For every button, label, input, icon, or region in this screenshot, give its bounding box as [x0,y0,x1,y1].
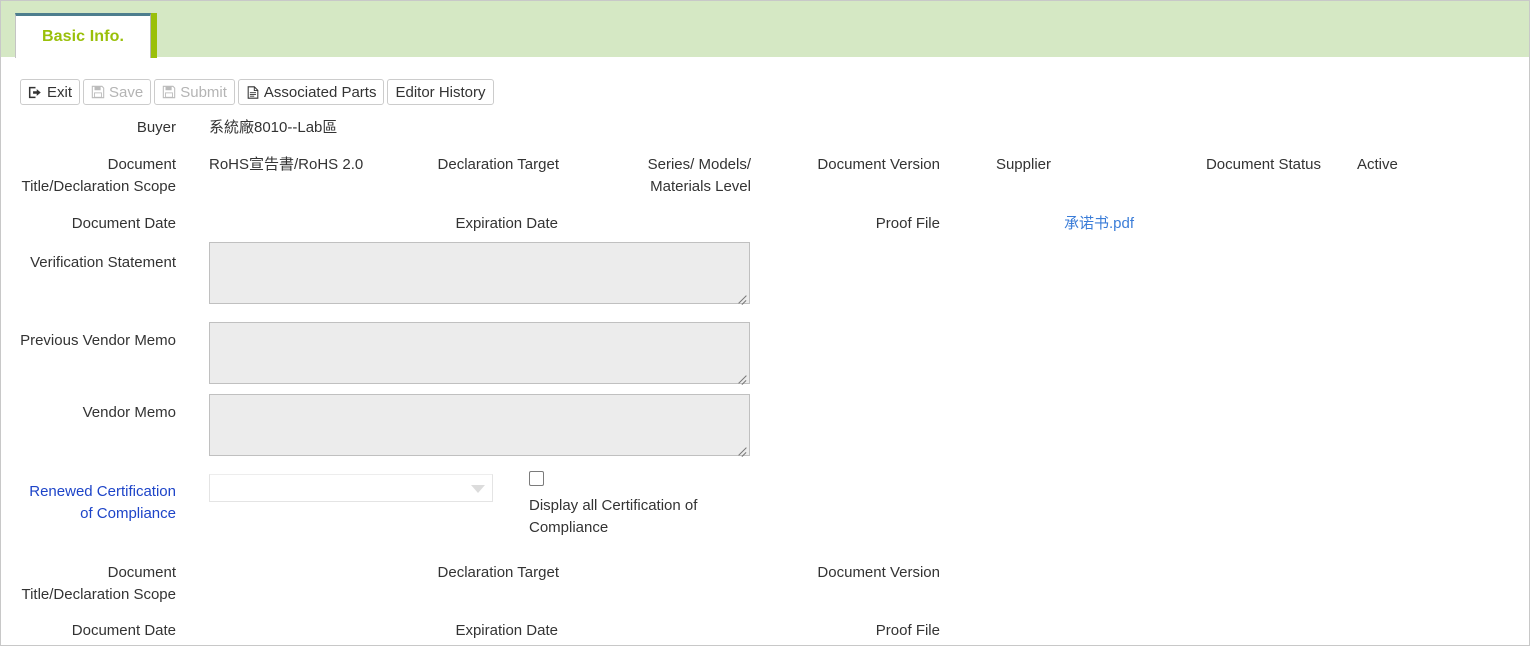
proof-file-link-wrapper: 承诺书.pdf [1064,213,1264,235]
document-icon [246,85,260,100]
editor-history-button-label: Editor History [395,83,486,101]
toolbar: Exit Save Submit Associated Parts Editor… [20,79,494,105]
document-title-label-2-line1: Document [107,564,176,581]
declaration-target-value: Series/ Models/ Materials Level [591,154,751,198]
expiration-date-label: Expiration Date [455,215,558,232]
tab-basic-info-label: Basic Info. [41,28,124,45]
verification-statement-label: Verification Statement [30,254,176,271]
proof-file-label: Proof File [875,215,940,232]
declaration-target-value-line1: Series/ Models/ [647,156,751,173]
declaration-target-value-line2: Materials Level [650,178,751,195]
tab-accent-bar [151,13,157,58]
renewed-certification-select-wrapper [209,474,493,502]
document-date-label-2: Document Date [71,622,176,639]
document-title-label-line1: Document [107,156,176,173]
document-status-value: Active [1357,156,1398,173]
floppy-disk-icon [162,85,176,99]
proof-file-label-2: Proof File [875,622,940,639]
vendor-memo-input[interactable] [209,394,750,456]
vendor-memo-label: Vendor Memo [82,404,176,421]
exit-button-label: Exit [47,83,73,101]
declaration-target-label: Declaration Target [437,156,559,173]
save-button[interactable]: Save [83,79,152,105]
save-button-label: Save [109,83,144,101]
floppy-disk-icon [91,85,105,99]
supplier-label: Supplier [995,156,1051,173]
exit-icon [28,85,43,100]
renewed-certification-label-line2: of Compliance [80,505,176,522]
declaration-target-label-2: Declaration Target [437,564,559,581]
document-title-label-line2: Title/Declaration Scope [21,178,176,195]
display-all-certification-label: Display all Certification of Compliance [529,497,698,536]
renewed-certification-label-line1: Renewed Certification [29,483,176,500]
previous-vendor-memo-input[interactable] [209,322,750,384]
previous-vendor-memo-label: Previous Vendor Memo [20,332,176,349]
renewed-certification-select[interactable] [209,474,493,502]
document-title-label-2: Document Title/Declaration Scope [1,562,176,606]
editor-history-button[interactable]: Editor History [387,79,494,105]
exit-button[interactable]: Exit [20,79,81,105]
tab-strip: Basic Info. [1,1,1529,58]
associated-parts-button[interactable]: Associated Parts [237,79,385,105]
document-title-label-2-line2: Title/Declaration Scope [21,586,176,603]
document-date-label: Document Date [71,215,176,232]
renewed-certification-label: Renewed Certification of Compliance [1,481,176,525]
verification-statement-input[interactable] [209,242,750,304]
document-status-label: Document Status [1205,156,1321,173]
buyer-value: 系統廠8010--Lab區 [209,119,338,136]
submit-button[interactable]: Submit [154,79,235,105]
buyer-label: Buyer [136,119,176,136]
document-version-label-2: Document Version [817,564,940,581]
expiration-date-label-2: Expiration Date [455,622,558,639]
page-root: Basic Info. Exit Save Submit Associated … [0,0,1530,646]
submit-button-label: Submit [180,83,227,101]
proof-file-link[interactable]: 承诺书.pdf [1064,215,1134,232]
tab-basic-info[interactable]: Basic Info. [15,13,151,58]
associated-parts-button-label: Associated Parts [263,83,377,101]
document-title-label: Document Title/Declaration Scope [1,154,176,198]
